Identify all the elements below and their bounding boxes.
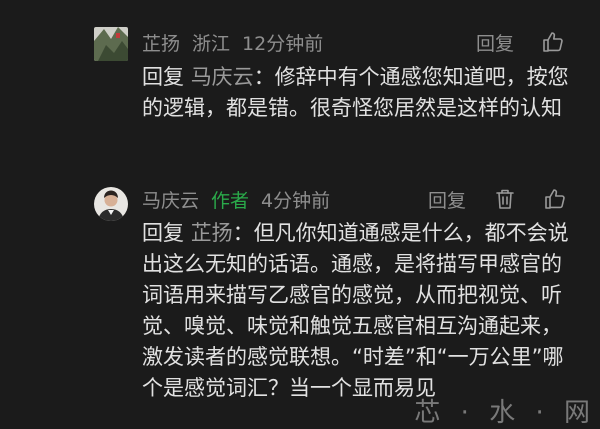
comment-text: 回复 芷扬：但凡你知道通感是什么，都不会说出这么无知的话语。通感，是将描写甲感官… (142, 218, 582, 404)
comment-actions: 回复 (428, 184, 592, 214)
reply-button[interactable]: 回复 (428, 186, 466, 213)
thumbs-up-icon[interactable] (540, 29, 566, 55)
username[interactable]: 芷扬 (142, 29, 180, 56)
comment-actions: 回复 (476, 27, 590, 57)
watermark: 芯 · 水 · 网 (414, 397, 596, 428)
reply-target[interactable]: 马庆云 (191, 65, 254, 89)
comment-meta: 芷扬 浙江 12分钟前 (142, 27, 335, 57)
trash-icon[interactable] (492, 186, 518, 212)
reply-target[interactable]: 芷扬 (191, 221, 233, 245)
comment-content: ：但凡你知道通感是什么，都不会说出这么无知的话语。通感，是将描写甲感官的词语用来… (142, 221, 569, 400)
reply-prefix: 回复 (142, 65, 184, 89)
reply-button[interactable]: 回复 (476, 29, 514, 56)
location: 浙江 (192, 32, 231, 55)
username[interactable]: 马庆云 (142, 186, 199, 213)
reply-prefix: 回复 (142, 221, 184, 245)
comment-text: 回复 马庆云：修辞中有个通感您知道吧，按您的逻辑，都是错。很奇怪您居然是这样的认… (142, 62, 582, 124)
author-badge: 作者 (211, 189, 250, 212)
comment-meta: 马庆云 作者 4分钟前 (142, 184, 342, 214)
timestamp: 12分钟前 (242, 32, 324, 55)
avatar[interactable] (94, 187, 128, 221)
timestamp: 4分钟前 (261, 189, 331, 212)
avatar[interactable] (94, 27, 128, 61)
thumbs-up-icon[interactable] (542, 186, 568, 212)
